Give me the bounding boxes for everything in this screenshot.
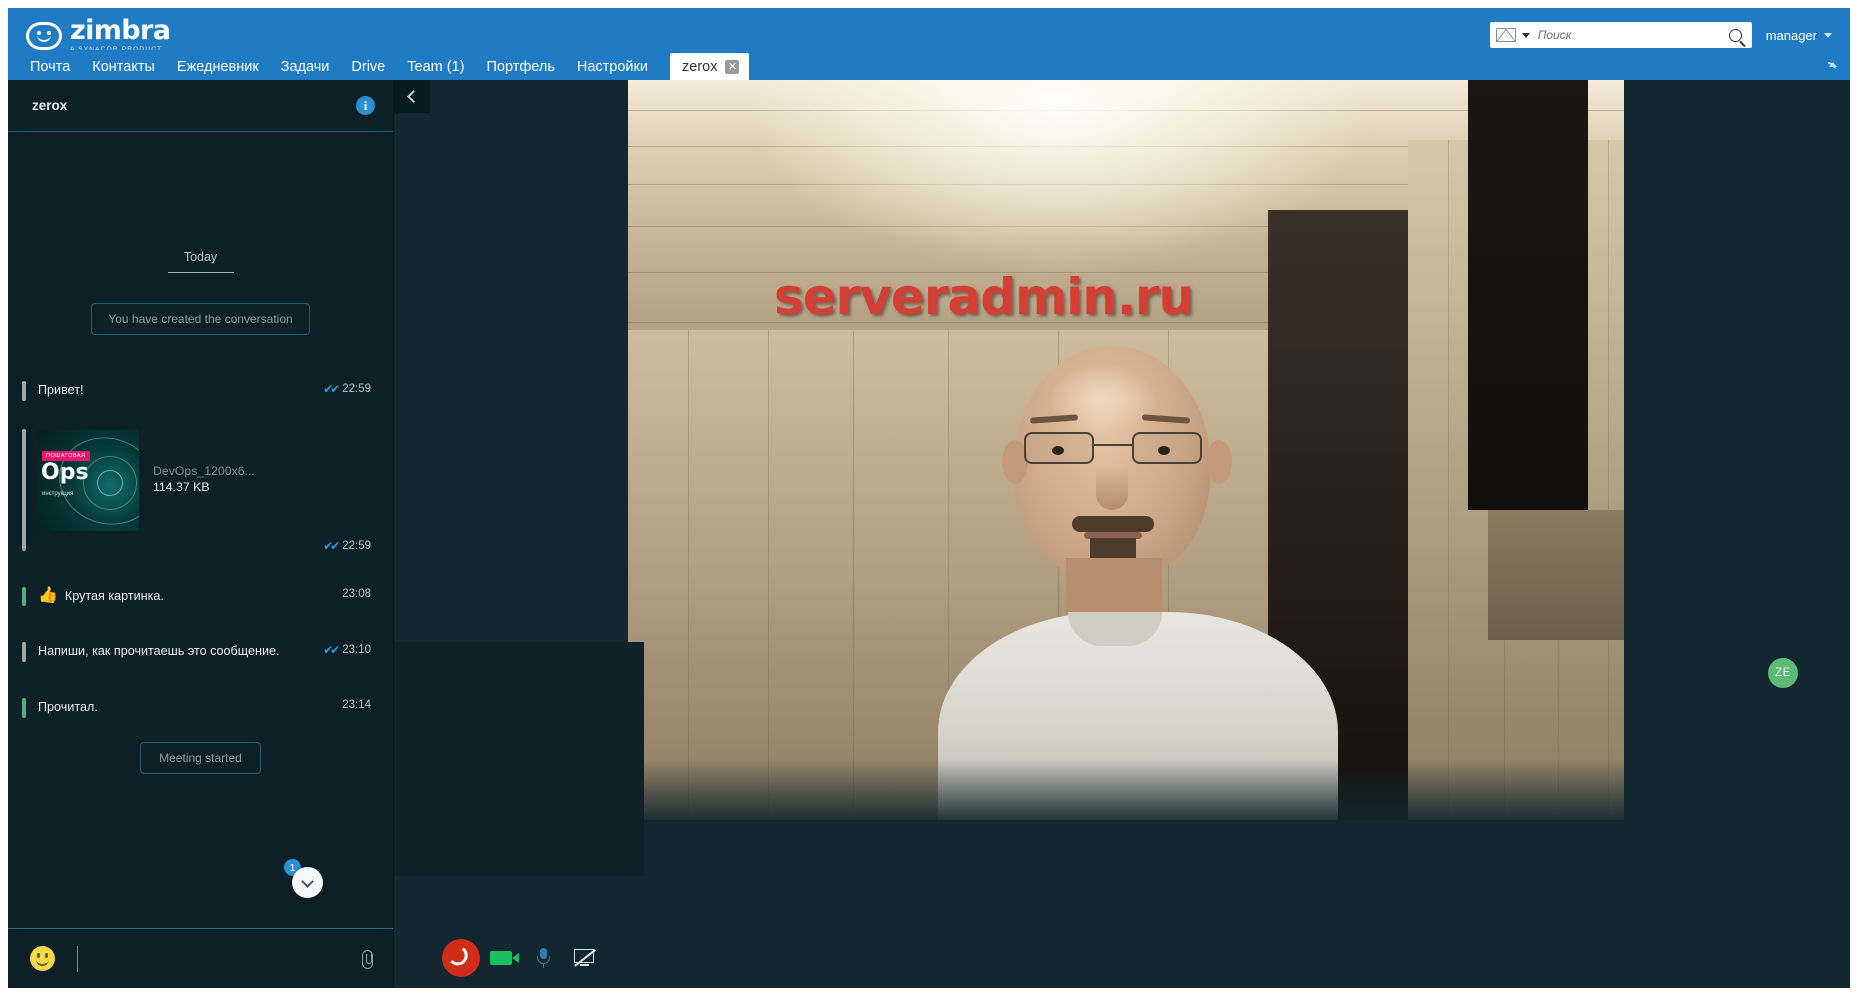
thumbnail-subtitle: инструкция	[42, 490, 74, 497]
message-text: Напиши, как прочитаешь это сообщение.	[38, 644, 280, 659]
thumbnail-title: Ops	[41, 459, 89, 485]
system-message: You have created the conversation	[91, 303, 310, 335]
attachment-thumbnail[interactable]: ПОШАГОВАЯ Ops инструкция	[38, 429, 139, 531]
close-icon[interactable]: ✕	[725, 60, 740, 74]
scroll-to-bottom-button[interactable]	[292, 867, 323, 898]
chat-title: zerox	[32, 98, 68, 113]
message-accent-bar	[22, 697, 26, 718]
search-input[interactable]	[1537, 28, 1729, 42]
video-frame: serveradmin.ru	[628, 80, 1624, 820]
call-controls	[394, 928, 644, 988]
avatar: ZE	[1768, 658, 1798, 688]
message-accent-bar	[22, 586, 26, 607]
work-area: zerox i Today You have created the conve…	[8, 80, 1850, 988]
remote-participant-figure	[918, 320, 1348, 820]
screenshare-toggle-button[interactable]	[564, 949, 606, 967]
message-accent-bar	[22, 381, 26, 401]
screen-share-off-icon	[574, 949, 596, 967]
message-meta: 23:14	[342, 699, 371, 711]
user-menu[interactable]: manager	[1766, 28, 1832, 43]
camera-toggle-button[interactable]	[480, 951, 522, 965]
smiley-icon[interactable]	[30, 946, 55, 971]
video-call-area: serveradmin.ru ZE	[394, 80, 1850, 988]
message-time: 22:59	[342, 383, 371, 395]
day-divider: Today	[8, 250, 393, 273]
message-time: 23:08	[342, 587, 371, 600]
chat-message[interactable]: Прочитал. 23:14	[22, 690, 381, 726]
message-input[interactable]	[77, 945, 359, 972]
zimbra-smiley-icon	[26, 19, 64, 53]
message-composer	[8, 928, 393, 988]
info-icon[interactable]: i	[356, 96, 375, 115]
search-box[interactable]	[1489, 22, 1752, 48]
message-meta: 23:08	[342, 588, 371, 600]
day-divider-label: Today	[183, 250, 218, 264]
read-receipt-icon: ✔✔	[323, 382, 340, 396]
message-text: Крутая картинка.	[64, 588, 164, 603]
chat-message-attachment[interactable]: ПОШАГОВАЯ Ops инструкция DevOps_1200x6..…	[22, 421, 381, 559]
zimbra-web-client: zimbra A SYNACOR PRODUCT manager Почта К…	[0, 0, 1858, 996]
read-receipt-icon: ✔✔	[323, 643, 340, 658]
message-time: 22:59	[342, 539, 371, 552]
read-receipt-icon: ✔✔	[323, 538, 340, 553]
message-text: Прочитал.	[38, 699, 98, 714]
chat-panel: zerox i Today You have created the conve…	[8, 80, 394, 988]
message-accent-bar	[22, 428, 26, 551]
chat-message[interactable]: 👍 Крутая картинка. 23:08	[22, 579, 381, 615]
day-divider-rule	[167, 272, 234, 273]
paperclip-icon[interactable]	[359, 949, 375, 969]
collapse-chat-panel-button[interactable]	[394, 80, 430, 113]
camera-icon	[490, 951, 519, 965]
chat-message[interactable]: Напиши, как прочитаешь это сообщение. ✔✔…	[22, 634, 381, 670]
message-time: 23:10	[342, 644, 371, 657]
tab-zerox[interactable]: zerox ✕	[669, 53, 750, 83]
hangup-icon[interactable]	[442, 939, 480, 977]
chevron-down-icon	[1824, 32, 1832, 38]
chevron-down-icon[interactable]	[1521, 32, 1530, 38]
search-icon[interactable]	[1728, 28, 1742, 42]
message-accent-bar	[22, 642, 26, 662]
top-bar-right: manager	[1489, 22, 1850, 48]
chat-message-list[interactable]: Today You have created the conversation …	[8, 132, 393, 928]
chevron-left-icon	[407, 90, 420, 103]
thumbs-up-icon: 👍	[38, 586, 58, 604]
chevron-down-icon	[301, 874, 314, 888]
meeting-started-chip: Meeting started	[140, 741, 261, 774]
video-watermark: serveradmin.ru	[774, 268, 1194, 326]
app-tab-bar: Почта Контакты Ежедневник Задачи Drive T…	[8, 50, 1850, 83]
tab-zerox-label: zerox	[681, 59, 718, 75]
message-time: 23:14	[342, 698, 371, 711]
remote-video-stream[interactable]: serveradmin.ru	[628, 80, 1624, 820]
message-meta: ✔✔ 22:59	[323, 539, 371, 553]
refresh-icon[interactable]	[1820, 62, 1837, 78]
message-meta: ✔✔ 22:59	[323, 382, 371, 396]
microphone-icon	[536, 948, 550, 968]
logo-wordmark: zimbra	[70, 15, 171, 46]
message-meta: ✔✔ 23:10	[323, 643, 371, 657]
chat-header: zerox i	[8, 80, 393, 132]
envelope-icon[interactable]	[1495, 28, 1516, 42]
attachment-filesize: 114.37 KB	[153, 479, 210, 494]
message-text: Привет!	[38, 383, 84, 397]
self-video-preview[interactable]	[394, 642, 644, 876]
attachment-filename: DevOps_1200x6...	[153, 463, 255, 478]
user-menu-label: manager	[1765, 27, 1817, 43]
zimbra-logo[interactable]: zimbra A SYNACOR PRODUCT	[26, 15, 171, 53]
microphone-toggle-button[interactable]	[522, 948, 564, 968]
chat-message[interactable]: Привет! ✔✔ 22:59	[22, 373, 381, 409]
